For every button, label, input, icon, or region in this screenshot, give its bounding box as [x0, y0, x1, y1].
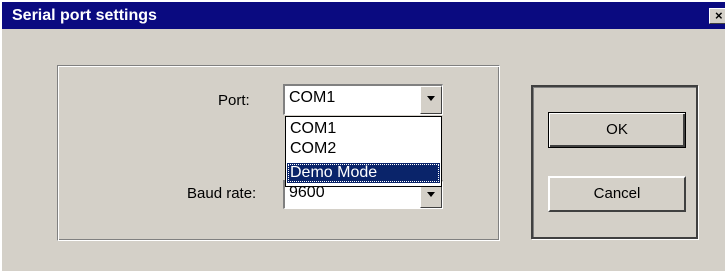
port-option-com1[interactable]: COM1 — [287, 119, 440, 139]
port-option-demo-mode[interactable]: Demo Mode — [287, 163, 440, 183]
window-title: Serial port settings — [12, 7, 157, 24]
port-select-value: COM1 — [289, 89, 336, 106]
title-bar[interactable]: Serial port settings × — [2, 2, 725, 29]
chevron-down-icon[interactable] — [420, 86, 442, 114]
close-icon[interactable]: × — [709, 8, 725, 24]
port-dropdown-list: COM1 COM2 Demo Mode — [285, 116, 442, 187]
ok-button[interactable]: OK — [548, 112, 686, 148]
port-option-com2[interactable]: COM2 — [287, 139, 440, 159]
button-frame — [531, 85, 698, 239]
cancel-button[interactable]: Cancel — [548, 176, 686, 212]
port-select[interactable]: COM1 — [283, 84, 443, 115]
port-label: Port: — [218, 92, 250, 109]
baud-rate-label: Baud rate: — [187, 185, 257, 202]
serial-port-settings-dialog: Serial port settings × Port: COM1 Baud r… — [0, 0, 725, 271]
